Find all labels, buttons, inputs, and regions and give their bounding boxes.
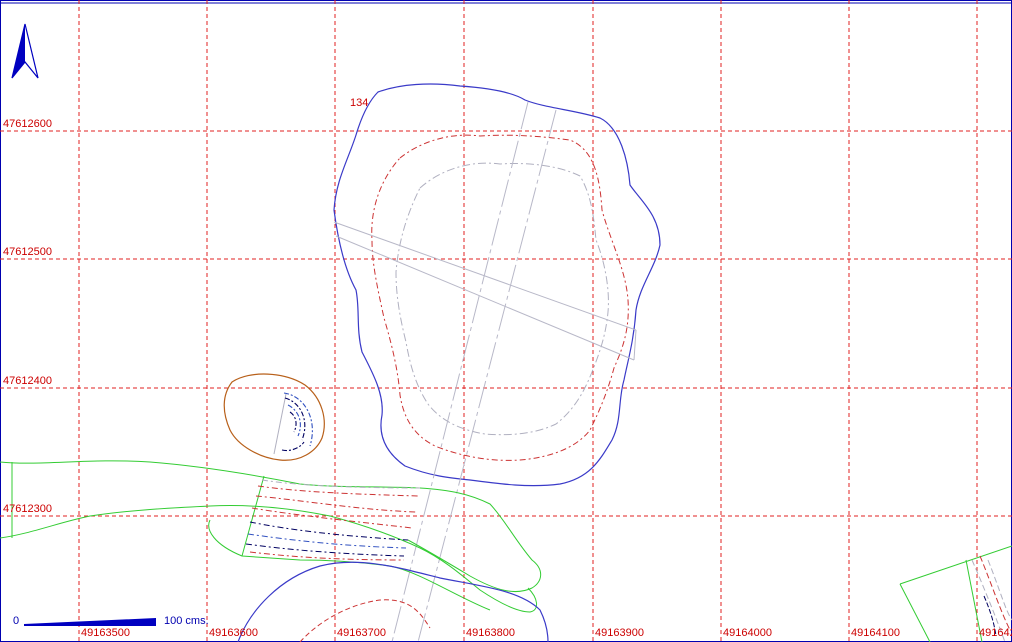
svg-text:49163900: 49163900 xyxy=(595,627,644,639)
svg-text:49164000: 49164000 xyxy=(723,627,772,639)
svg-text:0: 0 xyxy=(13,615,19,627)
svg-text:49163500: 49163500 xyxy=(81,627,130,639)
scale-bar: 0 100 cms. xyxy=(13,615,209,627)
svg-text:49164200: 49164200 xyxy=(979,627,1012,639)
y-coordinate-labels: 47612600 47612500 47612400 47612300 xyxy=(3,118,52,515)
svg-text:49163700: 49163700 xyxy=(337,627,386,639)
feature-label-134: 134 xyxy=(350,97,368,109)
grid-vertical xyxy=(78,0,978,642)
svg-text:47612300: 47612300 xyxy=(3,503,52,515)
corridor-hatching xyxy=(245,479,421,561)
pit-outline[interactable] xyxy=(223,373,325,461)
svg-text:49163600: 49163600 xyxy=(209,627,258,639)
north-arrow-icon xyxy=(11,23,39,79)
svg-text:49163800: 49163800 xyxy=(466,627,515,639)
pit-hatching xyxy=(281,392,313,452)
svg-text:49164100: 49164100 xyxy=(851,627,900,639)
map-frame xyxy=(0,0,1012,642)
scale-bar-wedge xyxy=(24,618,156,626)
svg-text:47612600: 47612600 xyxy=(3,118,52,130)
svg-text:47612400: 47612400 xyxy=(3,375,52,387)
svg-text:100 cms.: 100 cms. xyxy=(164,615,209,627)
pit-divider xyxy=(273,393,287,455)
cross-band-diagonal xyxy=(333,221,637,361)
svg-text:47612500: 47612500 xyxy=(3,246,52,258)
contour-inner-134 xyxy=(371,134,629,461)
cross-band-vertical xyxy=(391,101,557,642)
contour-outer-134[interactable] xyxy=(333,83,661,487)
map-canvas[interactable]: 134 47612600 47612500 47612400 47612300 … xyxy=(0,0,1012,642)
